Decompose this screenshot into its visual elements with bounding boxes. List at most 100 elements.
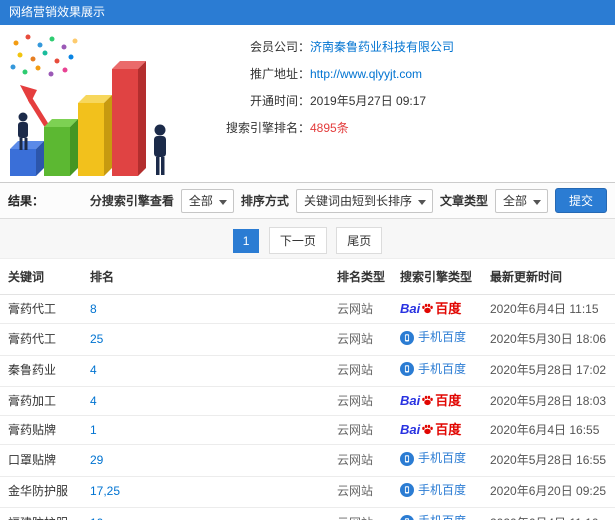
header-rank: 排名 xyxy=(82,259,329,295)
keyword-cell: 秦鲁药业 xyxy=(0,355,82,387)
filter-bar: 结果： 分搜索引擎查看 全部 排序方式 关键词由短到长排序 文章类型 全部 提交 xyxy=(0,183,615,219)
baidu-logo: Bai 百度 xyxy=(400,301,462,316)
promo-url-label: 推广地址： xyxy=(249,67,310,81)
engine-cell: 手机百度 xyxy=(392,476,482,508)
updated-cell: 2020年6月4日 11:15 xyxy=(482,294,615,324)
engine-select[interactable]: 全部 xyxy=(180,188,234,213)
member-info-fields: 会员公司： 济南秦鲁药业科技有限公司 推广地址： http://www.qlyy… xyxy=(180,25,615,182)
article-type-select-value: 全部 xyxy=(502,194,527,208)
baidu-paw-icon xyxy=(422,303,434,314)
updated-cell: 2020年6月20日 09:25 xyxy=(482,476,615,508)
keyword-cell: 膏药贴牌 xyxy=(0,415,82,445)
mobile-baidu-logo: 手机百度 xyxy=(400,362,466,377)
engine-rank-row: 搜索引擎排名： 4895条 xyxy=(180,119,615,137)
rank-link[interactable]: 8 xyxy=(90,302,97,316)
rank-type-cell: 云网站 xyxy=(329,386,392,416)
engine-filter-label: 分搜索引擎查看 xyxy=(89,194,174,208)
table-row: 膏药代工 8 云网站 Bai 百度 2020年6月4日 11:15 xyxy=(0,294,615,324)
engine-rank-label: 搜索引擎排名： xyxy=(225,121,310,135)
table-row: 膏药代工 25 云网站 手机百度 2020年5月30日 18:06 xyxy=(0,323,615,356)
results-table-body: 膏药代工 8 云网站 Bai 百度 2020年6月4日 11:15 膏药代工 25 云网站 手机百… xyxy=(0,294,615,520)
mobile-baidu-icon xyxy=(400,451,414,466)
bar-chart-illustration xyxy=(0,25,180,182)
engine-cell: Bai 百度 xyxy=(392,386,482,416)
rank-type-cell: 云网站 xyxy=(329,355,392,387)
table-row: 金华防护服 17,25 云网站 手机百度 2020年6月20日 09:25 xyxy=(0,476,615,508)
updated-cell: 2020年5月30日 18:06 xyxy=(482,323,615,356)
engine-cell: Bai 百度 xyxy=(392,294,482,324)
article-type-label: 文章类型 xyxy=(439,194,488,208)
header-updated: 最新更新时间 xyxy=(482,259,615,295)
engine-rank-count: 4895条 xyxy=(310,121,349,135)
baidu-paw-icon xyxy=(422,424,434,435)
sort-filter-label: 排序方式 xyxy=(240,194,289,208)
rank-link[interactable]: 4 xyxy=(90,394,97,408)
rank-cell: 8 xyxy=(82,294,329,324)
next-page-button[interactable]: 下一页 xyxy=(268,227,327,254)
mobile-baidu-logo: 手机百度 xyxy=(400,483,466,498)
rank-type-cell: 云网站 xyxy=(329,444,392,477)
pagination: 1 下一页 尾页 xyxy=(0,219,615,259)
company-row: 会员公司： 济南秦鲁药业科技有限公司 xyxy=(180,38,615,56)
rank-cell: 4 xyxy=(82,355,329,387)
updated-cell: 2020年5月28日 18:03 xyxy=(482,386,615,416)
page-number-current[interactable]: 1 xyxy=(232,229,260,253)
engine-cell: 手机百度 xyxy=(392,444,482,477)
keyword-cell: 膏药代工 xyxy=(0,294,82,324)
table-row: 口罩贴牌 29 云网站 手机百度 2020年5月28日 16:55 xyxy=(0,444,615,477)
chevron-down-icon xyxy=(218,199,227,209)
baidu-paw-icon xyxy=(422,395,434,406)
open-time-value: 2019年5月27日 09:17 xyxy=(310,94,427,108)
rank-type-cell: 云网站 xyxy=(329,294,392,324)
table-row: 膏药贴牌 1 云网站 Bai 百度 2020年6月4日 16:55 xyxy=(0,415,615,445)
rank-type-cell: 云网站 xyxy=(329,476,392,508)
rank-cell: 4 xyxy=(82,386,329,416)
last-page-button[interactable]: 尾页 xyxy=(336,227,383,254)
updated-cell: 2020年5月28日 16:55 xyxy=(482,444,615,477)
rank-link[interactable]: 17,25 xyxy=(90,484,120,498)
rank-link[interactable]: 4 xyxy=(90,363,97,377)
updated-cell: 2020年6月4日 16:55 xyxy=(482,415,615,445)
promo-url-row: 推广地址： http://www.qlyyjt.com xyxy=(180,65,615,83)
rank-cell: 29 xyxy=(82,444,329,477)
rank-link[interactable]: 25 xyxy=(90,332,103,346)
baidu-logo: Bai 百度 xyxy=(400,393,462,408)
marketing-chart-image xyxy=(10,34,166,176)
updated-cell: 2020年5月28日 17:02 xyxy=(482,355,615,387)
chevron-down-icon xyxy=(417,199,426,209)
rank-cell: 1 xyxy=(82,415,329,445)
header-rank-type: 排名类型 xyxy=(329,259,392,295)
submit-button[interactable]: 提交 xyxy=(554,188,607,213)
rank-cell: 25 xyxy=(82,323,329,356)
rank-link[interactable]: 1 xyxy=(90,423,97,437)
company-link[interactable]: 济南秦鲁药业科技有限公司 xyxy=(310,38,454,56)
keyword-cell: 金华防护服 xyxy=(0,476,82,508)
rank-link[interactable]: 29 xyxy=(90,453,103,467)
promo-url-link[interactable]: http://www.qlyyjt.com xyxy=(310,65,422,83)
mobile-baidu-logo: 手机百度 xyxy=(400,514,466,520)
engine-cell: 手机百度 xyxy=(392,323,482,356)
rank-link[interactable]: 10 xyxy=(90,516,103,520)
table-row: 福建防护服 10 云网站手机百度 2020年6月4日 11:10 xyxy=(0,507,615,520)
rank-type-cell: 云网站 xyxy=(329,323,392,356)
chevron-down-icon xyxy=(532,199,541,209)
mobile-baidu-logo: 手机百度 xyxy=(400,330,466,345)
page-title: 网络营销效果展示 xyxy=(9,5,106,19)
results-table: 关键词 排名 排名类型 搜索引擎类型 最新更新时间 膏药代工 8 云网站 Bai 百度 2… xyxy=(0,259,615,520)
page-title-bar: 网络营销效果展示 xyxy=(0,0,615,25)
keyword-cell: 膏药加工 xyxy=(0,386,82,416)
header-keyword: 关键词 xyxy=(0,259,82,295)
sort-select-value: 关键词由短到长排序 xyxy=(303,194,412,208)
rank-type-cell: 云网站 xyxy=(329,507,392,520)
engine-cell: 手机百度 xyxy=(392,507,482,520)
rank-cell: 17,25 xyxy=(82,476,329,508)
engine-cell: Bai 百度 xyxy=(392,415,482,445)
article-type-select[interactable]: 全部 xyxy=(494,188,548,213)
open-time-label: 开通时间： xyxy=(249,94,310,108)
keyword-cell: 福建防护服 xyxy=(0,507,82,520)
filter-controls: 分搜索引擎查看 全部 排序方式 关键词由短到长排序 文章类型 全部 提交 xyxy=(90,188,607,213)
baidu-logo: Bai 百度 xyxy=(400,422,462,437)
member-info-section: 会员公司： 济南秦鲁药业科技有限公司 推广地址： http://www.qlyy… xyxy=(0,25,615,183)
open-time-row: 开通时间： 2019年5月27日 09:17 xyxy=(180,92,615,110)
sort-select[interactable]: 关键词由短到长排序 xyxy=(295,188,433,213)
